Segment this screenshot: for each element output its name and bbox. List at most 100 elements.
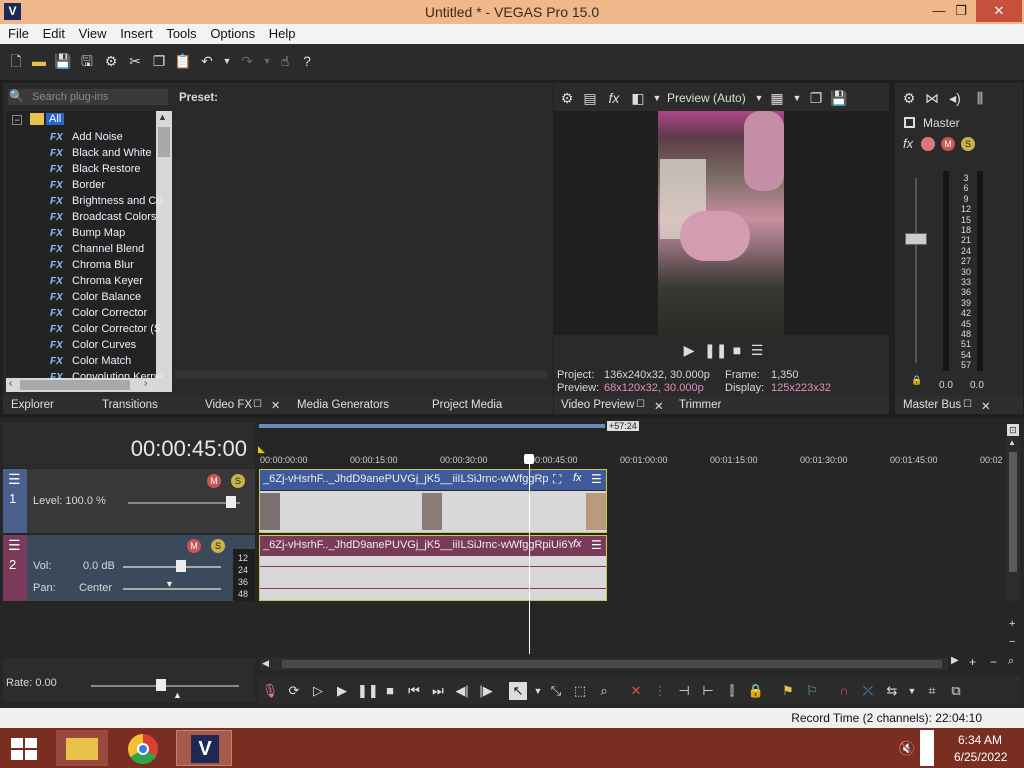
go-to-start-icon[interactable]: ⏮ bbox=[405, 682, 423, 700]
play-from-start-icon[interactable]: ▷ bbox=[309, 682, 327, 700]
properties-gear-icon[interactable]: ⚙ bbox=[102, 52, 120, 70]
in-point-marker-icon[interactable]: ◣ bbox=[258, 444, 265, 455]
plugin-list-scrollbar[interactable]: ▲ bbox=[156, 111, 172, 381]
loop-region-bar[interactable] bbox=[259, 424, 605, 428]
close-master-tab-icon[interactable]: ✕ bbox=[981, 399, 991, 413]
loop-playback-icon[interactable]: ⟳ bbox=[285, 682, 303, 700]
tab-video-preview[interactable]: Video Preview bbox=[561, 399, 634, 411]
timeline-hscrollbar[interactable]: ◀ bbox=[260, 658, 948, 670]
zoom-out-icon[interactable]: − bbox=[990, 655, 997, 669]
pause-icon[interactable]: ❚❚ bbox=[357, 682, 379, 700]
pan-slider-thumb[interactable]: ▼ bbox=[165, 579, 174, 589]
plugin-search[interactable]: 🔍 Search plug-ins bbox=[8, 89, 168, 105]
close-preview-tab-icon[interactable]: ✕ bbox=[654, 399, 664, 413]
undo-icon[interactable]: ↶ bbox=[198, 52, 216, 70]
start-button[interactable] bbox=[11, 738, 37, 760]
open-folder-icon[interactable]: ▬ bbox=[30, 52, 48, 70]
downmix-icon[interactable]: ⋈ bbox=[923, 89, 941, 107]
scrollbar-thumb[interactable] bbox=[158, 127, 170, 157]
master-properties-icon[interactable]: ⚙ bbox=[900, 89, 918, 107]
level-slider-track[interactable] bbox=[128, 502, 240, 504]
volume-muted-icon[interactable]: 🔇 bbox=[898, 740, 915, 757]
master-automation-icon[interactable] bbox=[921, 137, 935, 151]
tab-master-bus[interactable]: Master Bus bbox=[903, 399, 961, 411]
normal-edit-tool-icon[interactable]: ↖ bbox=[509, 682, 527, 700]
previous-frame-icon[interactable]: ◀| bbox=[453, 682, 471, 700]
menu-tools[interactable]: Tools bbox=[166, 24, 196, 41]
zoom-tool-icon[interactable]: ⌕ bbox=[595, 682, 613, 700]
hscrollbar-thumb[interactable] bbox=[20, 380, 130, 390]
track-zoom-in-icon[interactable]: + bbox=[1009, 618, 1015, 630]
save-snapshot-icon[interactable]: 💾 bbox=[830, 89, 848, 107]
vscroll-thumb[interactable] bbox=[1009, 452, 1017, 572]
video-event-header[interactable]: _6Zj-vHsrhF.._JhdD9anePUVGj_jK5__iiILSiJ… bbox=[260, 470, 606, 490]
redo-icon[interactable]: ↷ bbox=[238, 52, 256, 70]
ripple-dropdown-icon[interactable]: ▼ bbox=[903, 682, 921, 700]
video-event[interactable]: _6Zj-vHsrhF.._JhdD9anePUVGj_jK5__iiILSiJ… bbox=[259, 469, 607, 533]
master-fader-handle[interactable] bbox=[905, 233, 927, 245]
preview-play-icon[interactable]: ▶ bbox=[680, 341, 698, 359]
scroll-right-icon[interactable]: › bbox=[144, 378, 147, 389]
insert-region-icon[interactable]: ⚐ bbox=[803, 682, 821, 700]
menu-options[interactable]: Options bbox=[210, 24, 255, 41]
snapping-icon[interactable]: ∩ bbox=[835, 682, 853, 700]
collapse-icon[interactable]: − bbox=[12, 115, 22, 125]
delete-icon[interactable]: ✕ bbox=[627, 682, 645, 700]
hscroll-left-icon[interactable]: ◀ bbox=[262, 658, 269, 669]
vegas-taskbar-button[interactable]: V bbox=[176, 730, 232, 766]
redo-dropdown-icon[interactable]: ▼ bbox=[258, 52, 276, 70]
search-placeholder[interactable]: Search plug-ins bbox=[32, 91, 108, 103]
timeline-vscrollbar[interactable]: ▲ bbox=[1006, 436, 1020, 601]
ripple-edit-icon[interactable]: ⇆ bbox=[883, 682, 901, 700]
split-screen-icon[interactable]: ◧ bbox=[629, 89, 647, 107]
trim-icon[interactable]: ⋮ bbox=[651, 682, 669, 700]
record-icon[interactable]: 🎙 bbox=[261, 682, 279, 700]
tab-transitions[interactable]: Transitions bbox=[102, 399, 158, 411]
undock-master-icon[interactable]: ☐ bbox=[963, 399, 972, 410]
selection-tool-icon[interactable]: ⬚ bbox=[571, 682, 589, 700]
event-fx-icon[interactable]: fx bbox=[573, 472, 582, 484]
tab-video-fx[interactable]: Video FX bbox=[205, 399, 252, 411]
split-icon[interactable]: ⫿ bbox=[723, 682, 741, 700]
mixer-sliders-icon[interactable]: ⫼ bbox=[971, 89, 989, 107]
dim-output-icon[interactable]: ◂) bbox=[946, 89, 964, 107]
master-fx-icon[interactable]: fx bbox=[903, 136, 913, 151]
event-pan-crop-icon[interactable]: ⛶ bbox=[553, 472, 561, 487]
menu-edit[interactable]: Edit bbox=[43, 24, 65, 41]
track-strip[interactable]: ☰ 1 bbox=[3, 469, 27, 533]
lock-icon[interactable]: 🔒 bbox=[911, 375, 922, 386]
chrome-icon[interactable] bbox=[128, 734, 158, 764]
audio-track-menu-icon[interactable]: ☰ bbox=[8, 537, 21, 554]
vol-slider-track[interactable] bbox=[123, 566, 221, 568]
preview-quality[interactable]: Preview (Auto) bbox=[667, 91, 746, 105]
menu-file[interactable]: File bbox=[8, 24, 29, 41]
vol-slider-thumb[interactable] bbox=[176, 560, 186, 572]
hscroll-thumb[interactable] bbox=[282, 660, 942, 668]
file-explorer-taskbar-button[interactable] bbox=[56, 730, 108, 766]
track-zoom-out-icon[interactable]: − bbox=[1009, 636, 1015, 648]
preview-pause-icon[interactable]: ❚❚ bbox=[704, 341, 727, 359]
stop-icon[interactable]: ■ bbox=[381, 682, 399, 700]
trim-start-icon[interactable]: ⊣ bbox=[675, 682, 693, 700]
play-icon[interactable]: ▶ bbox=[333, 682, 351, 700]
master-checkbox[interactable] bbox=[904, 117, 915, 128]
overlays-dropdown-icon[interactable]: ▼ bbox=[788, 89, 806, 107]
audio-event-fx-icon[interactable]: fx bbox=[573, 538, 582, 550]
tab-trimmer[interactable]: Trimmer bbox=[679, 399, 721, 411]
tree-root-all[interactable]: All bbox=[46, 113, 65, 125]
timeline-ruler[interactable]: 00:00:00:00 00:00:15:00 00:00:30:00 00:0… bbox=[258, 452, 1006, 470]
copy-icon[interactable]: ❐ bbox=[150, 52, 168, 70]
scroll-up-icon[interactable]: ▲ bbox=[158, 112, 167, 122]
hscroll-right-icon[interactable]: ▶ bbox=[951, 655, 959, 666]
undock-preview-icon[interactable]: ☐ bbox=[636, 399, 645, 410]
preview-stop-icon[interactable]: ■ bbox=[728, 341, 746, 359]
video-mute-icon[interactable]: M bbox=[207, 474, 221, 488]
audio-track-strip[interactable]: ☰ 2 bbox=[3, 535, 27, 601]
audio-solo-icon[interactable]: S bbox=[211, 539, 225, 553]
lock-event-icon[interactable]: 🔒 bbox=[747, 682, 765, 700]
timeline-marker-icon[interactable]: ⊡ bbox=[1007, 424, 1019, 436]
menu-insert[interactable]: Insert bbox=[120, 24, 153, 41]
close-tab-icon[interactable]: ✕ bbox=[271, 399, 280, 412]
render-as-icon[interactable]: 🖫 bbox=[78, 52, 96, 70]
preview-device-icon[interactable]: ▤ bbox=[581, 89, 599, 107]
